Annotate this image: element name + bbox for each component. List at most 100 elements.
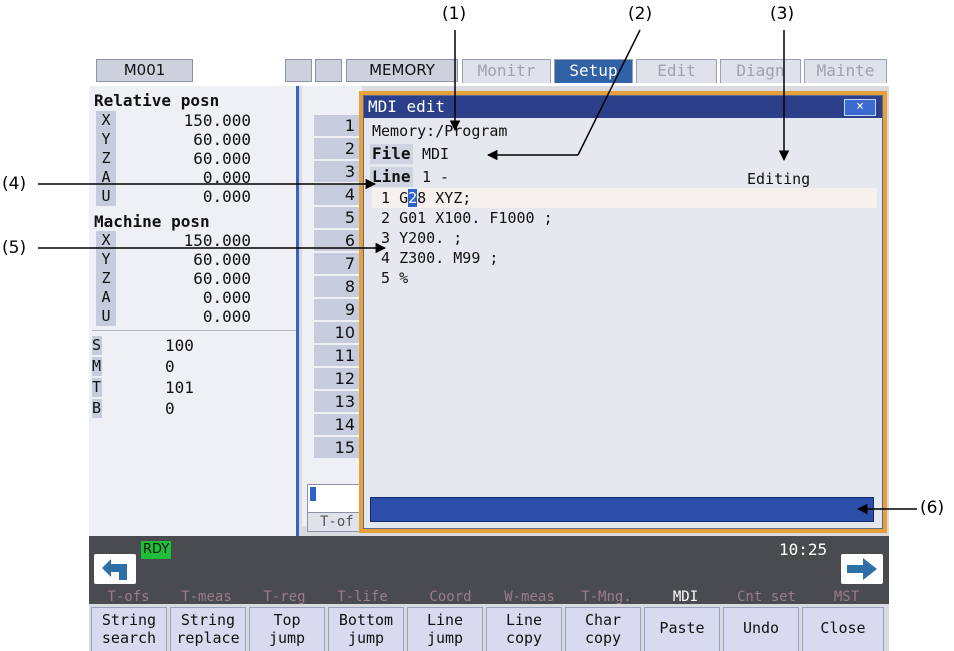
axis-value: 60.000 <box>193 130 251 149</box>
status-slot-2 <box>315 59 342 82</box>
input-bar[interactable] <box>370 497 874 522</box>
program-line[interactable]: 3 Y200. ; <box>372 228 877 248</box>
line-text: 5 % <box>372 269 409 287</box>
line-jump-button[interactable]: Line jump <box>407 607 483 651</box>
program-line[interactable]: 2 G01 X100. F1000 ; <box>372 208 877 228</box>
row-number: 8 <box>314 276 360 297</box>
mdi-edit-dialog: MDI edit × Memory:/Program File MDI Line… <box>359 91 887 533</box>
line-text: 2 G01 X100. F1000 ; <box>372 209 553 227</box>
row-number: 12 <box>314 368 360 389</box>
line-text: 1 G <box>372 189 409 207</box>
axis-value: 0.000 <box>202 307 251 326</box>
string-search-button[interactable]: String search <box>91 607 167 651</box>
dialog-title: MDI edit × <box>364 96 882 118</box>
dialog-body: MDI edit × Memory:/Program File MDI Line… <box>363 95 883 529</box>
program-line[interactable]: 4 Z300. M99 ; <box>372 248 877 268</box>
axis-label: U <box>96 187 116 206</box>
row-number: 1 <box>314 115 360 136</box>
string-replace-button[interactable]: String replace <box>170 607 246 651</box>
modal-value-s: 100 <box>165 336 194 355</box>
axis-label: X <box>96 231 116 250</box>
axis-value: 0.000 <box>202 288 251 307</box>
position-panel: Relative posn X 150.000 Y 60.000 Z 60.00… <box>89 86 299 536</box>
undo-button[interactable]: Undo <box>723 607 799 651</box>
axis-label: U <box>96 307 116 326</box>
row-number: 4 <box>314 184 360 205</box>
tab-monitor[interactable]: Monitr <box>462 59 551 83</box>
paste-button[interactable]: Paste <box>644 607 720 651</box>
row-number: 9 <box>314 299 360 320</box>
tab-setup[interactable]: Setup <box>554 59 633 83</box>
menu-mdi[interactable]: MDI <box>648 588 723 606</box>
ready-indicator: RDY <box>141 541 172 559</box>
axis-value: 0.000 <box>202 187 251 206</box>
menu-t-mng[interactable]: T-Mng. <box>569 588 644 606</box>
menu-w-meas[interactable]: W-meas <box>492 588 567 606</box>
line-label: Line <box>370 167 413 187</box>
row-number: 5 <box>314 207 360 228</box>
file-label: File <box>370 144 413 164</box>
callout-5: (5) <box>2 238 27 258</box>
callout-6: (6) <box>920 498 945 518</box>
edit-status: Editing <box>747 170 811 188</box>
modal-value-t: 101 <box>165 378 194 397</box>
char-copy-button[interactable]: Char copy <box>565 607 641 651</box>
text-cursor: 2 <box>408 189 418 207</box>
axis-label: Y <box>96 250 116 269</box>
close-button[interactable]: Close <box>802 607 884 651</box>
modal-value-b: 0 <box>165 399 175 418</box>
axis-label: Z <box>96 149 116 168</box>
tab-edit[interactable]: Edit <box>636 59 717 83</box>
line-number: 1 - <box>422 168 450 186</box>
menu-t-meas[interactable]: T-meas <box>169 588 244 606</box>
axis-value: 0.000 <box>202 168 251 187</box>
line-text: 3 Y200. ; <box>372 229 463 247</box>
divider <box>92 330 296 331</box>
tab-diagnosis[interactable]: Diagn <box>720 59 801 83</box>
file-name: MDI <box>422 145 450 163</box>
key-label: Top <box>273 611 301 629</box>
program-line[interactable]: 1 G28 XYZ; <box>372 188 877 208</box>
tab-maintenance[interactable]: Mainte <box>804 59 887 83</box>
menu-cnt-set[interactable]: Cnt set <box>729 588 804 606</box>
tab-tool-offset-mini[interactable]: T-of <box>307 512 367 532</box>
top-jump-button[interactable]: Top jump <box>249 607 325 651</box>
next-arrow-button[interactable] <box>841 554 883 584</box>
line-text: 4 Z300. M99 ; <box>372 249 499 267</box>
axis-value: 150.000 <box>183 111 251 130</box>
axis-label: A <box>96 168 116 187</box>
program-line[interactable]: 5 % <box>372 268 877 288</box>
menu-t-reg[interactable]: T-reg <box>247 588 322 606</box>
row-number: 7 <box>314 253 360 274</box>
modal-label-b: B <box>92 399 102 418</box>
key-label: Close <box>820 619 866 637</box>
menu-t-life[interactable]: T-life <box>325 588 400 606</box>
line-text: 8 XYZ; <box>417 189 472 207</box>
callout-1: (1) <box>442 4 467 24</box>
key-label: jump <box>268 629 306 647</box>
key-label: Bottom <box>338 611 394 629</box>
key-label: String <box>101 611 157 629</box>
status-slot-1 <box>285 59 312 82</box>
return-arrow-icon <box>102 559 127 580</box>
key-label: jump <box>426 629 464 647</box>
menu-mst[interactable]: MST <box>809 588 884 606</box>
close-icon[interactable]: × <box>844 99 876 116</box>
key-label: Line <box>426 611 464 629</box>
key-label: replace <box>176 629 240 647</box>
key-label: String <box>180 611 236 629</box>
menu-coord[interactable]: Coord <box>413 588 488 606</box>
modal-label-m: M <box>92 357 102 376</box>
line-copy-button[interactable]: Line copy <box>486 607 562 651</box>
bottom-jump-button[interactable]: Bottom jump <box>328 607 404 651</box>
axis-value: 60.000 <box>193 269 251 288</box>
axis-value: 60.000 <box>193 250 251 269</box>
row-number: 3 <box>314 161 360 182</box>
menu-t-ofs[interactable]: T-ofs <box>91 588 166 606</box>
machine-posn-title: Machine posn <box>94 212 210 231</box>
row-number: 11 <box>314 345 360 366</box>
back-arrow-button[interactable] <box>94 554 136 584</box>
callout-3: (3) <box>770 4 795 24</box>
axis-value: 60.000 <box>193 149 251 168</box>
right-arrow-icon <box>847 558 877 580</box>
